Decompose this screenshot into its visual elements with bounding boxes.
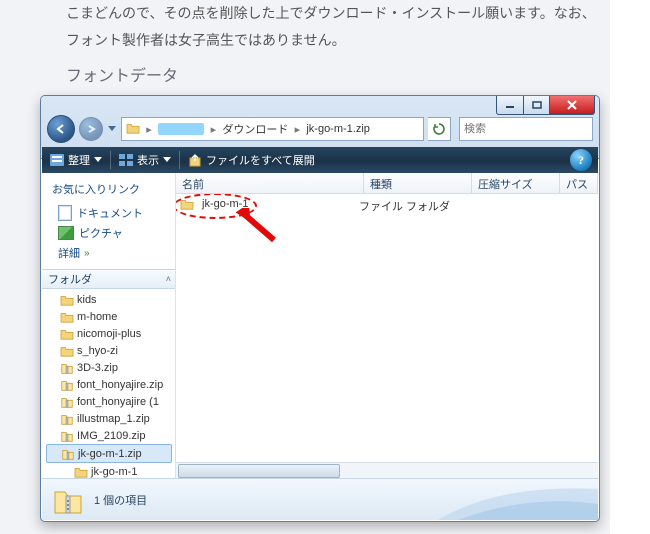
folders-header[interactable]: フォルダ ˄ [42,269,175,289]
folder-icon [126,122,140,137]
collapse-icon: ˄ [166,274,169,284]
search-box[interactable] [459,117,593,141]
organize-menu[interactable]: 整理 [42,147,110,173]
help-button[interactable]: ? [570,149,592,171]
zip-folder-icon [52,484,84,516]
chevron-right-icon[interactable]: ▸ [208,123,218,136]
search-input[interactable] [460,123,600,135]
explorer-body: お気に入りリンク ドキュメント ピクチャ 詳細 » フォルダ [42,173,598,479]
page-paragraph: こまどんので、その点を削除した上でダウンロード・インストール願います。なお、フォ… [66,0,606,53]
status-decoration [438,479,598,520]
horizontal-scrollbar[interactable] [176,462,598,479]
col-path[interactable]: パス [560,173,598,193]
page-heading: フォントデータ [66,62,178,86]
tree-item[interactable]: kids [46,291,175,308]
fav-more[interactable]: 詳細 » [52,243,167,263]
tree-item[interactable]: IMG_2109.zip [46,427,175,444]
forward-button[interactable] [79,117,103,141]
refresh-button[interactable] [428,117,451,141]
views-menu[interactable]: 表示 [111,147,179,173]
file-type: ファイル フォルダ [359,198,450,214]
col-size[interactable]: 圧縮サイズ [472,173,560,193]
chevron-right-icon[interactable]: ▸ [144,123,154,136]
extract-all-button[interactable]: ファイルをすべて展開 [180,147,323,173]
favorites-header: お気に入りリンク [52,181,167,197]
scrollbar-thumb[interactable] [178,464,340,478]
status-text: 1 個の項目 [94,492,147,508]
tree-item[interactable]: m-home [46,308,175,325]
pictures-icon [58,226,74,240]
command-bar: 整理 表示 ファイルをすべて展開 ? [42,147,598,173]
close-button[interactable] [549,96,595,115]
col-type[interactable]: 種類 [364,173,472,193]
nav-history-dropdown[interactable] [107,119,117,139]
chevron-down-icon [94,157,102,163]
column-headers: 名前 種類 圧縮サイズ パス [176,173,598,194]
document-icon [58,205,72,221]
titlebar-buttons [497,96,595,115]
chevron-right-icon[interactable]: ▸ [292,123,302,136]
crumb-downloads[interactable]: ダウンロード [222,121,288,137]
favorites-section: お気に入りリンク ドキュメント ピクチャ 詳細 » [42,173,175,269]
file-list-pane: 名前 種類 圧縮サイズ パス jk-go-m-1 ファイル フォルダ [176,173,598,479]
col-name[interactable]: 名前 [176,173,364,193]
explorer-window: ▸ ▸ ダウンロード ▸ jk-go-m-1.zip [40,95,600,522]
status-bar: 1 個の項目 [42,478,598,520]
address-bar[interactable]: ▸ ▸ ダウンロード ▸ jk-go-m-1.zip [121,117,424,141]
folder-tree[interactable]: kidsm-homenicomoji-pluss_hyo-zi3D-3.zipf… [42,289,175,479]
fav-documents[interactable]: ドキュメント [52,203,167,223]
chevron-down-icon [163,157,171,163]
left-pane: お気に入りリンク ドキュメント ピクチャ 詳細 » フォルダ [42,173,176,479]
crumb-archive[interactable]: jk-go-m-1.zip [306,123,370,135]
tree-item[interactable]: illustmap_1.zip [46,410,175,427]
tree-item[interactable]: font_honyajire (1 [46,393,175,410]
tree-item[interactable]: jk-go-m-1.zip [46,444,172,463]
maximize-button[interactable] [523,96,550,115]
minimize-button[interactable] [496,96,524,115]
tree-item[interactable]: font_honyajire.zip [46,376,175,393]
tree-item[interactable]: 3D-3.zip [46,359,175,376]
tree-item[interactable]: jk-go-m-1 [46,463,175,479]
crumb-user[interactable] [158,123,204,135]
fav-pictures[interactable]: ピクチャ [52,223,167,243]
tree-item[interactable]: s_hyo-zi [46,342,175,359]
file-list[interactable]: jk-go-m-1 ファイル フォルダ [176,194,598,462]
annotation-arrow [236,208,276,242]
chevrons-right-icon: » [84,248,90,259]
navigation-bar: ▸ ▸ ダウンロード ▸ jk-go-m-1.zip [47,115,593,143]
back-button[interactable] [47,115,75,143]
tree-item[interactable]: nicomoji-plus [46,325,175,342]
